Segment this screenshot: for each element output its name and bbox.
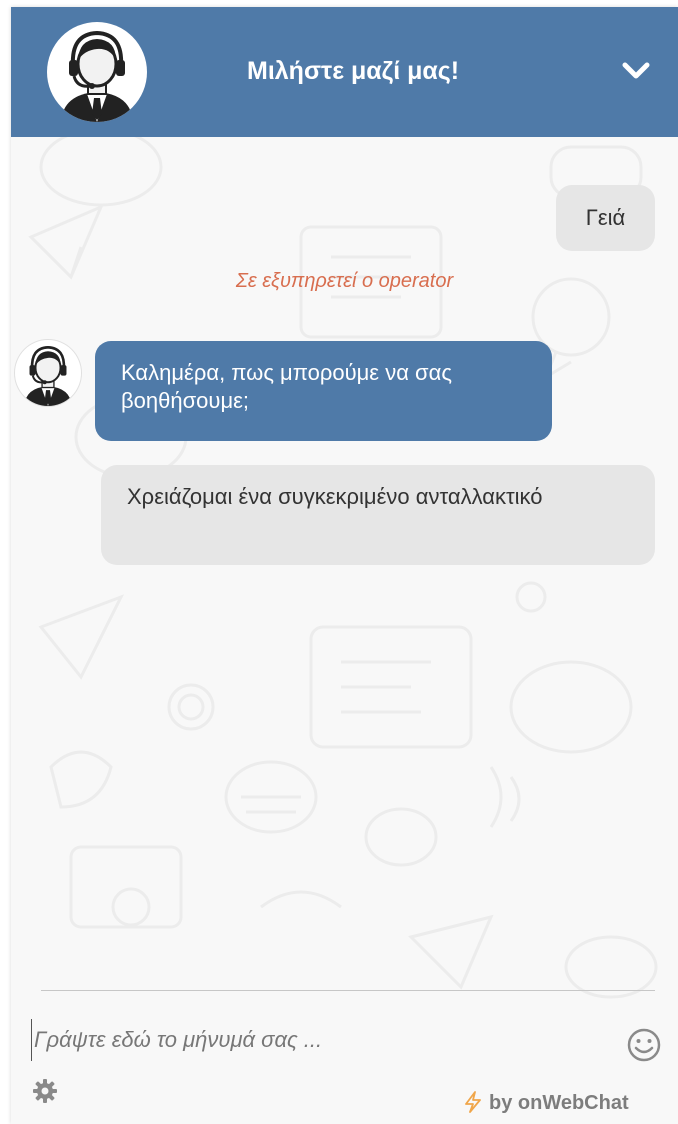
chat-widget: Μιλήστε μαζί μας! Γειά Σε εξυπηρετεί ο o… bbox=[11, 7, 678, 1124]
chat-title: Μιλήστε μαζί μας! bbox=[247, 57, 460, 85]
operator-assigned-note: Σε εξυπηρετεί ο operator bbox=[235, 270, 454, 292]
smiley-icon bbox=[627, 1028, 661, 1062]
background-pattern bbox=[28, 127, 658, 999]
support-agent-icon bbox=[47, 22, 147, 122]
support-agent-icon bbox=[24, 345, 72, 406]
emoji-button[interactable] bbox=[624, 1025, 664, 1065]
settings-button[interactable] bbox=[31, 1077, 59, 1105]
lightning-icon bbox=[465, 1091, 481, 1113]
collapse-button[interactable] bbox=[611, 47, 661, 97]
user-message: Γειά bbox=[556, 185, 655, 251]
message-input[interactable] bbox=[31, 1019, 606, 1061]
operator-avatar bbox=[15, 340, 81, 406]
branding-text: by onWebChat bbox=[489, 1092, 629, 1114]
chevron-down-icon bbox=[622, 62, 650, 79]
operator-message: Καλημέρα, πως μπορούμε να σας βοηθήσουμε… bbox=[95, 341, 552, 441]
branding-link[interactable]: by onWebChat bbox=[463, 1091, 629, 1115]
chat-header: Μιλήστε μαζί μας! bbox=[11, 7, 678, 137]
gear-icon bbox=[33, 1079, 57, 1103]
composer-divider bbox=[41, 990, 655, 991]
user-message: Χρειάζομαι ένα συγκεκριμένο ανταλλακτικό bbox=[101, 465, 655, 565]
